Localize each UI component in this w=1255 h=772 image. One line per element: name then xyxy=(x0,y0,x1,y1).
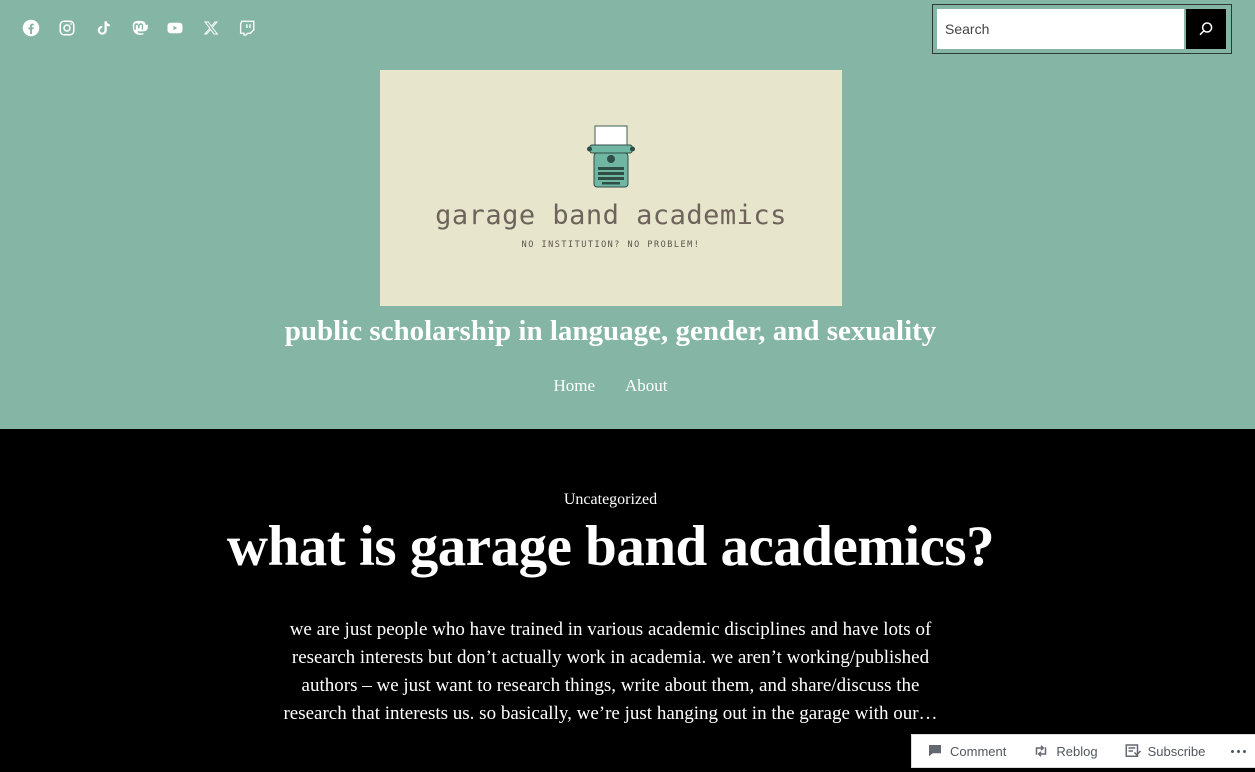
site-header: garage band academics NO INSTITUTION? NO… xyxy=(0,0,1255,429)
mastodon-icon[interactable] xyxy=(130,19,148,37)
action-bar: Comment Reblog Subscribe xyxy=(911,734,1255,768)
nav-about[interactable]: About xyxy=(625,376,668,396)
post-title[interactable]: what is garage band academics? xyxy=(0,514,1221,579)
search-form xyxy=(932,4,1232,54)
post-excerpt: we are just people who have trained in v… xyxy=(283,619,938,724)
youtube-icon[interactable] xyxy=(166,19,184,37)
search-button[interactable] xyxy=(1186,9,1226,49)
reblog-button[interactable]: Reblog xyxy=(1032,742,1098,760)
comment-button[interactable]: Comment xyxy=(926,742,1006,760)
subscribe-icon xyxy=(1125,744,1141,757)
site-logo[interactable]: garage band academics NO INSTITUTION? NO… xyxy=(380,70,842,306)
reblog-label: Reblog xyxy=(1056,743,1098,759)
subscribe-button[interactable]: Subscribe xyxy=(1124,742,1206,760)
more-icon[interactable] xyxy=(1231,749,1247,753)
search-icon xyxy=(1199,22,1213,36)
nav-home[interactable]: Home xyxy=(553,376,595,396)
typewriter-icon xyxy=(587,125,635,188)
main-nav: Home About xyxy=(0,376,1221,396)
comment-icon xyxy=(929,745,941,757)
tiktok-icon[interactable] xyxy=(94,19,112,37)
subscribe-label: Subscribe xyxy=(1147,743,1206,759)
site-tagline: public scholarship in language, gender, … xyxy=(284,315,937,347)
reblog-icon xyxy=(1036,745,1047,757)
logo-title: garage band academics xyxy=(435,200,787,231)
facebook-icon[interactable] xyxy=(22,19,40,37)
twitch-icon[interactable] xyxy=(238,19,256,37)
x-icon[interactable] xyxy=(202,19,220,37)
post-category[interactable]: Uncategorized xyxy=(0,491,1221,509)
comment-label: Comment xyxy=(950,743,1007,759)
logo-subtitle: NO INSTITUTION? NO PROBLEM! xyxy=(521,240,701,250)
search-input[interactable] xyxy=(937,9,1184,49)
social-links xyxy=(22,19,256,37)
instagram-icon[interactable] xyxy=(58,19,76,37)
